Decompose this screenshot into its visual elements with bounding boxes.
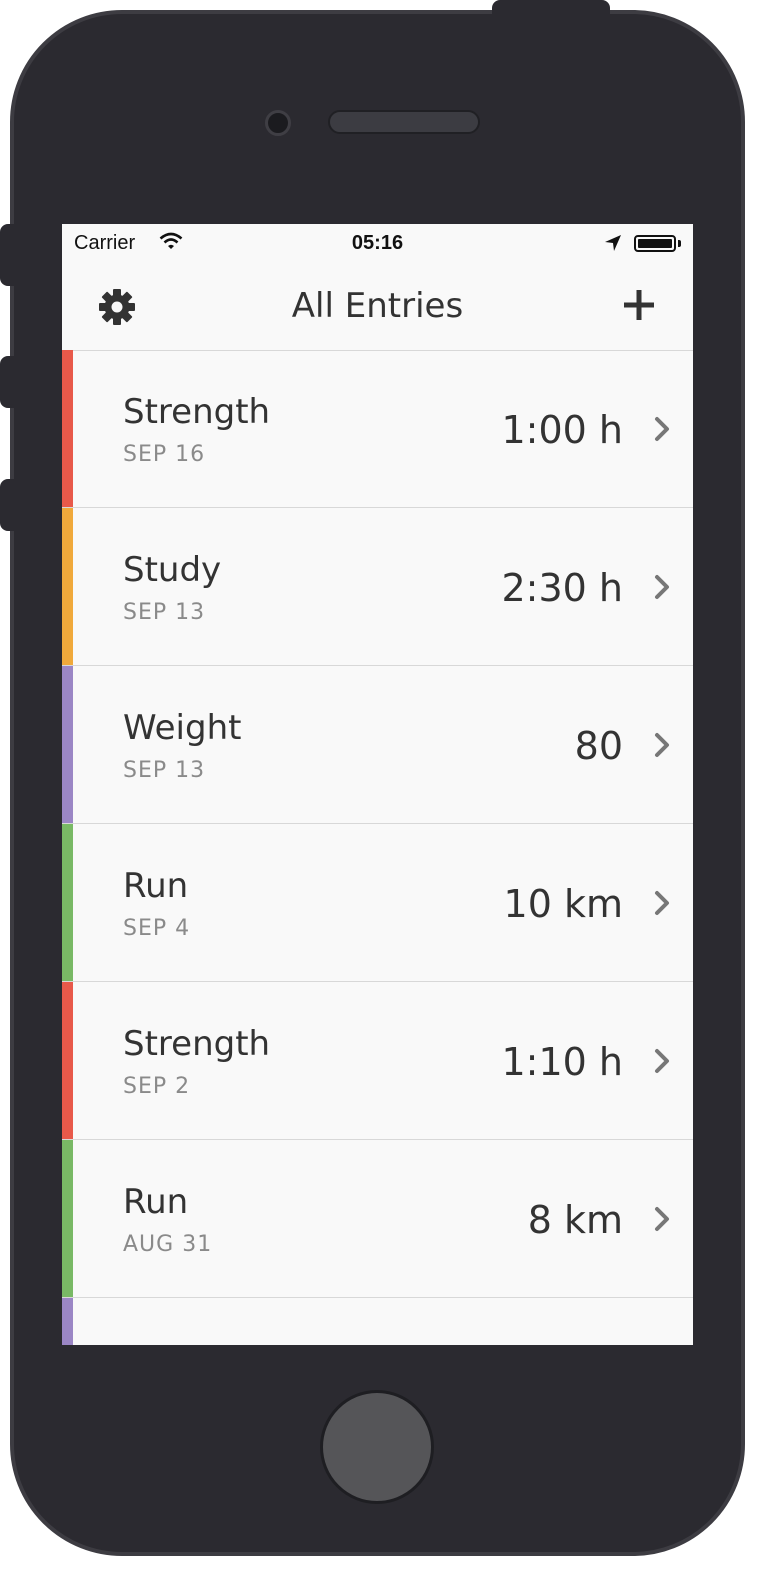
chevron-right-icon	[655, 1049, 669, 1073]
category-color-bar	[62, 666, 73, 823]
location-arrow-icon	[605, 235, 621, 251]
chevron-right-icon	[655, 891, 669, 915]
entry-date: AUG 31	[123, 1232, 213, 1257]
entry-name: Study	[123, 550, 222, 590]
category-color-bar	[62, 508, 73, 665]
entry-row[interactable]: Strength SEP 16 1:00 h	[62, 350, 693, 508]
entry-value: 8 km	[527, 1198, 623, 1242]
entry-name: Weight	[123, 708, 242, 748]
entry-value: 10 km	[503, 882, 623, 926]
app-screen: Carrier 05:16 All Entries Strength SEP 1…	[62, 224, 693, 1345]
category-color-bar	[62, 1140, 73, 1297]
entry-value: 2:30 h	[501, 566, 624, 610]
earpiece-speaker	[328, 110, 480, 134]
entry-name: Strength	[123, 392, 271, 432]
power-button	[492, 0, 610, 14]
plus-icon[interactable]	[623, 289, 655, 321]
chevron-right-icon	[655, 575, 669, 599]
entry-date: SEP 2	[123, 1074, 191, 1099]
category-color-bar	[62, 982, 73, 1139]
battery-tip	[678, 240, 681, 247]
entry-row[interactable]: Weight SEP 13 80	[62, 666, 693, 824]
volume-down-button	[0, 479, 14, 531]
home-button[interactable]	[320, 1390, 434, 1504]
entry-date: SEP 16	[123, 442, 206, 467]
entry-value: 80	[574, 724, 623, 768]
entry-date: SEP 13	[123, 758, 206, 783]
volume-up-button	[0, 356, 14, 408]
navigation-bar: All Entries	[62, 264, 693, 351]
status-bar: Carrier 05:16	[62, 224, 693, 264]
entries-list: Strength SEP 16 1:00 h Study SEP 13 2:30…	[62, 350, 693, 1345]
mute-switch	[0, 224, 14, 286]
front-camera	[265, 110, 291, 136]
entry-date: SEP 4	[123, 916, 191, 941]
entry-row[interactable]: Strength SEP 2 1:10 h	[62, 982, 693, 1140]
category-color-bar	[62, 824, 73, 981]
entry-row[interactable]: Run SEP 4 10 km	[62, 824, 693, 982]
entry-date: SEP 13	[123, 600, 206, 625]
category-color-bar	[62, 350, 73, 507]
entry-name: Strength	[123, 1024, 271, 1064]
entry-value: 1:00 h	[501, 408, 624, 452]
entry-row-partial[interactable]	[62, 1298, 693, 1345]
chevron-right-icon	[655, 417, 669, 441]
entry-row[interactable]: Run AUG 31 8 km	[62, 1140, 693, 1298]
battery-icon	[634, 235, 676, 252]
chevron-right-icon	[655, 1207, 669, 1231]
entry-name: Run	[123, 1182, 189, 1222]
clock: 05:16	[351, 232, 404, 254]
category-color-bar	[62, 1298, 73, 1345]
entry-value: 1:10 h	[501, 1040, 624, 1084]
entry-row[interactable]: Study SEP 13 2:30 h	[62, 508, 693, 666]
entry-name: Run	[123, 866, 189, 906]
chevron-right-icon	[655, 733, 669, 757]
page-title: All Entries	[291, 286, 464, 326]
